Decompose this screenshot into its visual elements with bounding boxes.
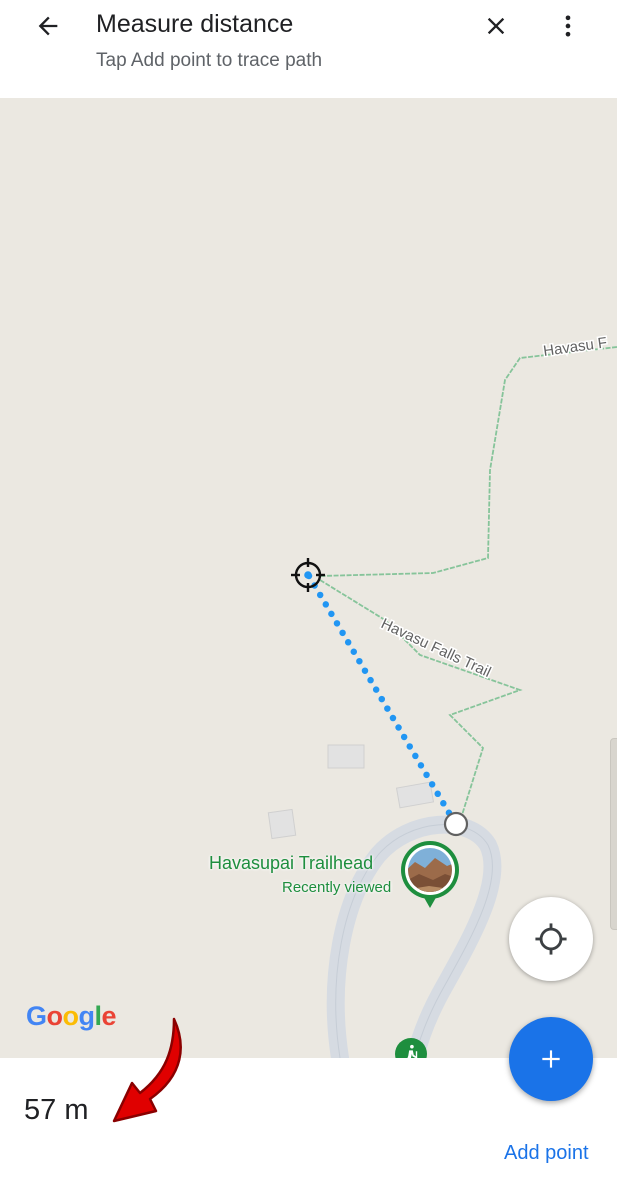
photo-pin-icon [401,841,459,908]
close-icon [487,17,505,35]
back-button[interactable] [28,8,68,44]
add-point-fab[interactable] [509,1017,593,1101]
trail [319,579,523,816]
page-subtitle: Tap Add point to trace path [96,50,323,71]
place-pin[interactable] [399,838,461,910]
plus-icon [542,1050,560,1068]
building [267,808,297,840]
add-point-button[interactable]: Add point [504,1142,589,1165]
my-location-icon [535,923,567,955]
place-name[interactable]: Havasupai Trailhead [209,853,373,874]
arrow-back-icon [38,16,58,36]
my-location-button[interactable] [509,897,593,981]
distance-readout: 57 m [24,1094,89,1126]
trail-label: Havasu F [542,334,608,360]
more-options-button[interactable] [550,8,586,44]
place-subtitle: Recently viewed [282,879,392,896]
more-vert-icon [565,15,571,37]
top-app-bar: Measure distance Tap Add point to trace … [0,0,617,98]
building [327,744,365,769]
measured-path [305,572,459,827]
logo-letter: G [26,1001,47,1031]
annotation-arrow-icon [112,1017,182,1123]
trail [319,346,617,577]
page-title: Measure distance [96,10,294,38]
crosshair-icon [291,558,325,592]
logo-letter: o [62,1001,80,1031]
path-endpoint [443,811,469,837]
building [395,781,435,809]
logo-letter: g [78,1001,96,1031]
side-handle[interactable] [610,738,617,930]
trail-label: Havasu Falls Trail [378,615,493,681]
close-button[interactable] [476,8,516,44]
logo-letter: o [46,1001,64,1031]
